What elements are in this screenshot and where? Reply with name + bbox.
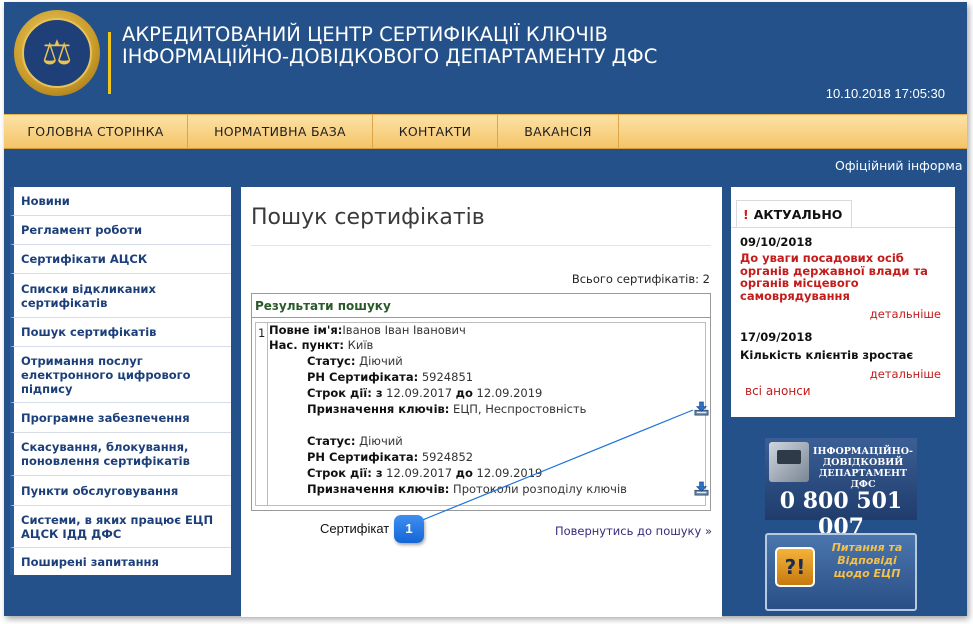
full-name-line: Повне ім'я:Іванов Іван Іванович — [269, 323, 466, 337]
valid-from: 12.09.2017 — [382, 466, 456, 480]
hotline-banner-text: ІНФОРМАЦІЙНО-ДОВІДКОВИЙ ДЕПАРТАМЕНТ ДФС — [813, 446, 913, 490]
download-icon[interactable] — [694, 481, 709, 496]
main-nav: ГОЛОВНА СТОРІНКА НОРМАТИВНА БАЗА КОНТАКТ… — [4, 114, 967, 149]
current-datetime: 10.10.2018 17:05:30 — [825, 86, 945, 101]
news-date: 09/10/2018 — [740, 235, 813, 249]
sidebar-item-faq[interactable]: Поширені запитання — [10, 548, 231, 575]
results-table: Результати пошуку 1 Повне ім'я:Іванов Ів… — [251, 293, 711, 511]
validity-label: Строк дії: з — [307, 466, 383, 480]
sidebar-item-service-points[interactable]: Пункти обслуговування — [10, 476, 231, 506]
callout-number-badge: 1 — [394, 515, 424, 543]
news-more-link[interactable]: детальніше — [870, 307, 941, 321]
rn-label: РН Сертифіката: — [307, 450, 419, 464]
faq-banner[interactable]: ?! Питання та Відповіді щодо ЕЦП — [765, 533, 917, 611]
full-name-label: Повне ім'я: — [269, 323, 343, 337]
total-count: Всього сертифікатів: 2 — [571, 272, 710, 286]
sidebar-item-digital-signature-services[interactable]: Отримання послуг електронного цифрового … — [10, 347, 231, 403]
news-panel: ! АКТУАЛЬНО 09/10/2018 До уваги посадових… — [731, 187, 955, 417]
back-to-search-link[interactable]: Повернутись до пошуку » — [555, 524, 712, 538]
row-number-divider — [267, 323, 268, 505]
purpose-label: Призначення ключів: — [307, 402, 450, 416]
header-accent-bar — [108, 32, 111, 94]
cert2-rn-line: РН Сертифіката: 5924852 — [307, 450, 473, 464]
nav-contacts[interactable]: КОНТАКТИ — [373, 115, 497, 149]
status-label: Статус: — [307, 354, 356, 368]
sidebar-item-systems[interactable]: Системи, в яких працює ЕЦП АЦСК ІДД ДФС — [10, 506, 231, 548]
download-icon[interactable] — [694, 401, 709, 416]
sidebar-menu: Новини Регламент роботи Сертифікати АЦСК… — [10, 187, 231, 575]
validity-label: Строк дії: з — [307, 386, 383, 400]
tab-actual[interactable]: ! АКТУАЛЬНО — [736, 200, 852, 228]
to-label: до — [455, 466, 473, 480]
page-title: Пошук сертифікатів — [251, 205, 485, 230]
rn-value: 5924851 — [418, 370, 474, 384]
main-content: Пошук сертифікатів Всього сертифікатів: … — [241, 187, 722, 617]
news-ticker[interactable]: Офіційний інформа — [835, 158, 967, 173]
nav-divider — [618, 115, 619, 149]
rn-label: РН Сертифіката: — [307, 370, 419, 384]
emblem-logo[interactable]: ⚖ — [14, 10, 100, 96]
results-header: Результати пошуку — [252, 294, 710, 318]
site-header: ⚖ АКРЕДИТОВАНИЙ ЦЕНТР СЕРТИФІКАЦІЇ КЛЮЧІ… — [4, 2, 967, 114]
locality-label: Нас. пункт: — [269, 338, 345, 352]
cert1-rn-line: РН Сертифіката: 5924851 — [307, 370, 473, 384]
sidebar-item-cancellation[interactable]: Скасування, блокування, поновлення серти… — [10, 433, 231, 476]
sidebar-item-news[interactable]: Новини — [10, 187, 231, 216]
tab-actual-label: АКТУАЛЬНО — [753, 207, 843, 222]
faq-banner-text: Питання та Відповіді щодо ЕЦП — [831, 541, 903, 580]
valid-to: 12.09.2019 — [472, 466, 543, 480]
sidebar-item-software[interactable]: Програмне забезпечення — [10, 403, 231, 433]
tab-underline — [731, 227, 955, 228]
cert2-purpose-line: Призначення ключів: Протоколи розподілу … — [307, 482, 627, 496]
news-more-link[interactable]: детальніше — [870, 367, 941, 381]
status-value: Діючий — [355, 434, 403, 448]
purpose-label: Призначення ключів: — [307, 482, 450, 496]
locality-value: Київ — [344, 338, 374, 352]
locality-line: Нас. пункт: Київ — [269, 338, 373, 352]
row-number: 1 — [258, 326, 266, 340]
alert-icon: ! — [743, 207, 749, 222]
cert2-validity-line: Строк дії: з 12.09.2017 до 12.09.2019 — [307, 466, 542, 480]
valid-to: 12.09.2019 — [472, 386, 543, 400]
nav-vacancy[interactable]: ВАКАНСІЯ — [498, 115, 618, 149]
site-title-line1: АКРЕДИТОВАНИЙ ЦЕНТР СЕРТИФІКАЦІЇ КЛЮЧІВ — [122, 23, 608, 46]
site-title-line2: ІНФОРМАЦІЙНО-ДОВІДКОВОГО ДЕПАРТАМЕНТУ ДФ… — [122, 45, 658, 68]
all-announcements-link[interactable]: всі анонси — [745, 384, 811, 398]
to-label: до — [455, 386, 473, 400]
status-value: Діючий — [355, 354, 403, 368]
cert2-status-line: Статус: Діючий — [307, 434, 403, 448]
cert1-purpose-line: Призначення ключів: ЕЦП, Неспростовність — [307, 402, 586, 416]
cert1-validity-line: Строк дії: з 12.09.2017 до 12.09.2019 — [307, 386, 542, 400]
nav-home[interactable]: ГОЛОВНА СТОРІНКА — [4, 115, 187, 149]
purpose-value: Протоколи розподілу ключів — [449, 482, 627, 496]
news-title-link[interactable]: Кількість клієнтів зростає — [740, 349, 950, 362]
status-label: Статус: — [307, 434, 356, 448]
callout-label: Сертифікат — [320, 521, 390, 536]
hotline-banner[interactable]: ІНФОРМАЦІЙНО-ДОВІДКОВИЙ ДЕПАРТАМЕНТ ДФС … — [765, 438, 917, 540]
question-icon: ?! — [775, 547, 815, 587]
title-divider — [251, 245, 711, 246]
sidebar-item-revocation-lists[interactable]: Списки відкликаних сертифікатів — [10, 274, 231, 318]
news-date: 17/09/2018 — [740, 330, 813, 344]
purpose-value: ЕЦП, Неспростовність — [449, 402, 587, 416]
nav-regulations[interactable]: НОРМАТИВНА БАЗА — [188, 115, 372, 149]
sidebar-item-certificates[interactable]: Сертифікати АЦСК — [10, 245, 231, 274]
sidebar-item-schedule[interactable]: Регламент роботи — [10, 216, 231, 245]
rn-value: 5924852 — [418, 450, 474, 464]
phone-icon — [769, 442, 809, 482]
site-title: АКРЕДИТОВАНИЙ ЦЕНТР СЕРТИФІКАЦІЇ КЛЮЧІВ … — [122, 24, 657, 68]
sidebar-item-certificate-search[interactable]: Пошук сертифікатів — [10, 318, 231, 347]
full-name-value: Іванов Іван Іванович — [342, 323, 466, 337]
trident-icon: ⚖ — [22, 18, 92, 88]
valid-from: 12.09.2017 — [382, 386, 456, 400]
cert1-status-line: Статус: Діючий — [307, 354, 403, 368]
result-row: 1 Повне ім'я:Іванов Іван Іванович Нас. п… — [255, 322, 709, 506]
news-title-link[interactable]: До уваги посадових осіб органів державно… — [740, 252, 950, 302]
